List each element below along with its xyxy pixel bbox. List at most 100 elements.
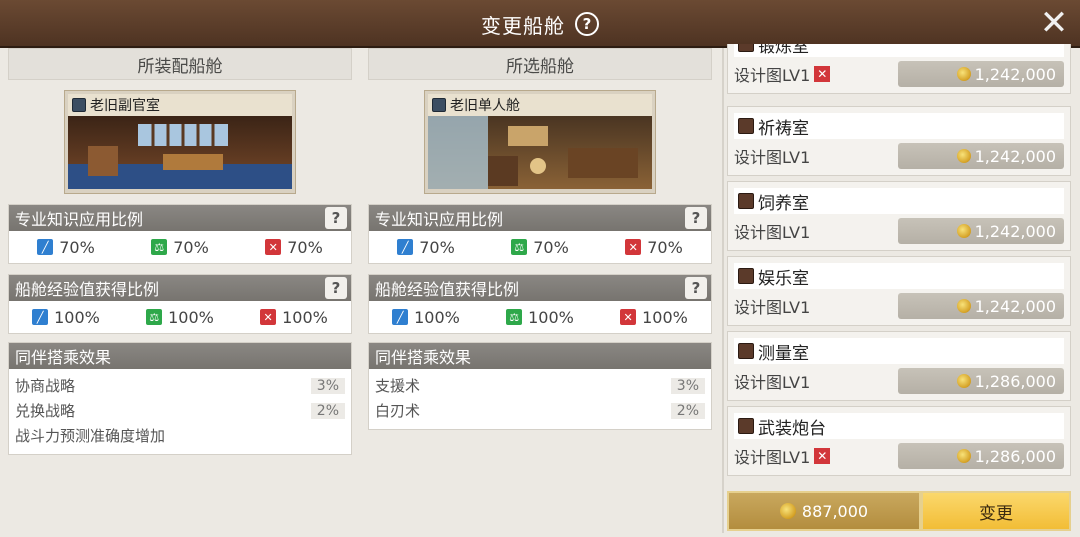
selected-knowledge-title: 专业知识应用比例 bbox=[375, 210, 504, 229]
gold-coin-icon bbox=[956, 449, 971, 463]
stat-item: ╱ 100% bbox=[32, 308, 100, 327]
selected-ship-card[interactable]: 老旧单人舱 bbox=[424, 90, 656, 194]
companion-label: 兑换战略 bbox=[15, 402, 76, 420]
blueprint-row: 设计图LV1 1,242,000 bbox=[734, 293, 1064, 319]
help-icon[interactable]: ? bbox=[685, 207, 707, 229]
equipped-exp-box: 船舱经验值获得比例 ? ╱ 100% ⚖ 100% ✕ 100% bbox=[8, 274, 352, 334]
companion-value: 3% bbox=[670, 377, 705, 394]
price: 1,242,000 bbox=[974, 221, 1056, 241]
companion-label: 白刃术 bbox=[375, 402, 421, 420]
price: 1,242,000 bbox=[974, 296, 1056, 316]
price-pill: 1,286,000 bbox=[898, 443, 1064, 469]
dialog-title: 变更船舱 bbox=[481, 13, 565, 38]
room-card[interactable]: 武装炮台 设计图LV1 ✕ 1,286,000 bbox=[727, 406, 1071, 476]
selected-exp-row: ╱ 100% ⚖ 100% ✕ 100% bbox=[369, 301, 711, 333]
cross-swords-red-icon: ✕ bbox=[625, 239, 642, 255]
blueprint-label: 设计图LV1 bbox=[734, 448, 811, 467]
dialog-title-wrap: 变更船舱 ? bbox=[0, 0, 1080, 48]
chest-icon bbox=[738, 418, 754, 434]
scale-green-icon: ⚖ bbox=[506, 309, 523, 325]
divider bbox=[722, 48, 724, 533]
help-icon[interactable]: ? bbox=[325, 277, 347, 299]
stat-value: 100% bbox=[282, 307, 328, 327]
equipped-companion-title: 同伴搭乘效果 bbox=[15, 348, 112, 367]
gold-coin-icon bbox=[956, 67, 971, 81]
room-list[interactable]: 锻炼室 设计图LV1 ✕ 1,242,000 祈祷室 设计图LV1 1,242,… bbox=[727, 44, 1071, 482]
stat-item: ✕ 100% bbox=[620, 308, 688, 327]
sword-blue-icon: ╱ bbox=[37, 239, 54, 255]
selected-ship-name-bar: 老旧单人舱 bbox=[428, 94, 652, 116]
cross-swords-red-icon: ✕ bbox=[265, 239, 282, 255]
sword-blue-icon: ╱ bbox=[397, 239, 414, 255]
chest-icon bbox=[738, 268, 754, 284]
blueprint-label: 设计图LV1 bbox=[734, 66, 811, 85]
equipped-knowledge-box: 专业知识应用比例 ? ╱ 70% ⚖ 70% ✕ 70% bbox=[8, 204, 352, 264]
help-icon[interactable]: ? bbox=[685, 277, 707, 299]
equipped-ship-name-bar: 老旧副官室 bbox=[68, 94, 292, 116]
cube-icon bbox=[432, 98, 446, 112]
price-pill: 1,242,000 bbox=[898, 218, 1064, 244]
price: 1,242,000 bbox=[974, 64, 1056, 84]
room-name: 娱乐室 bbox=[758, 268, 809, 289]
room-card[interactable]: 锻炼室 设计图LV1 ✕ 1,242,000 bbox=[727, 44, 1071, 94]
stat-value: 70% bbox=[59, 237, 95, 257]
selected-exp-box: 船舱经验值获得比例 ? ╱ 100% ⚖ 100% ✕ 100% bbox=[368, 274, 712, 334]
chest-icon bbox=[738, 118, 754, 134]
gold-coin-icon bbox=[956, 374, 971, 388]
equipped-knowledge-title: 专业知识应用比例 bbox=[15, 210, 144, 229]
companion-label: 战斗力预测准确度增加 bbox=[15, 427, 166, 445]
red-x-icon: ✕ bbox=[814, 448, 831, 464]
room-card[interactable]: 祈祷室 设计图LV1 1,242,000 bbox=[727, 106, 1071, 176]
list-item: 兑换战略 2% bbox=[15, 398, 345, 423]
price: 1,286,000 bbox=[974, 371, 1056, 391]
stat-item: ⚖ 100% bbox=[146, 308, 214, 327]
stat-value: 70% bbox=[533, 237, 569, 257]
companion-label: 支援术 bbox=[375, 377, 421, 395]
close-icon[interactable]: ✕ bbox=[1036, 6, 1072, 42]
scale-green-icon: ⚖ bbox=[151, 239, 168, 255]
room-name-bar: 锻炼室 bbox=[734, 44, 1064, 57]
equipped-ship-card[interactable]: 老旧副官室 bbox=[64, 90, 296, 194]
blueprint-row: 设计图LV1 1,242,000 bbox=[734, 218, 1064, 244]
stat-item: ✕ 70% bbox=[625, 238, 683, 257]
room-name: 测量室 bbox=[758, 343, 809, 364]
selected-header: 所选船舱 bbox=[368, 48, 712, 80]
cabin-illustration bbox=[68, 116, 292, 189]
room-name: 武装炮台 bbox=[758, 418, 826, 439]
room-card[interactable]: 饲养室 设计图LV1 1,242,000 bbox=[727, 181, 1071, 251]
list-item: 协商战略 3% bbox=[15, 373, 345, 398]
cross-swords-red-icon: ✕ bbox=[260, 309, 277, 325]
room-card[interactable]: 测量室 设计图LV1 1,286,000 bbox=[727, 331, 1071, 401]
stat-value: 70% bbox=[173, 237, 209, 257]
sword-blue-icon: ╱ bbox=[392, 309, 409, 325]
equipped-header: 所装配船舱 bbox=[8, 48, 352, 80]
selected-ship-image bbox=[428, 116, 652, 190]
selected-knowledge-head: 专业知识应用比例 ? bbox=[369, 205, 711, 231]
price: 1,286,000 bbox=[974, 446, 1056, 466]
list-item: 战斗力预测准确度增加 bbox=[15, 423, 345, 448]
question-circle-icon[interactable]: ? bbox=[575, 12, 599, 36]
room-card[interactable]: 娱乐室 设计图LV1 1,242,000 bbox=[727, 256, 1071, 326]
blueprint-row: 设计图LV1 ✕ 1,242,000 bbox=[734, 61, 1064, 87]
list-item: 支援术 3% bbox=[375, 373, 705, 398]
footer-bar: 887,000 变更 bbox=[727, 491, 1071, 531]
equipped-ship-name: 老旧副官室 bbox=[90, 98, 160, 114]
selected-companion-list: 支援术 3% 白刃术 2% bbox=[369, 369, 711, 429]
cross-swords-red-icon: ✕ bbox=[620, 309, 637, 325]
room-name: 锻炼室 bbox=[758, 44, 809, 57]
room-name: 饲养室 bbox=[758, 193, 809, 214]
stat-item: ⚖ 70% bbox=[151, 238, 209, 257]
equipped-knowledge-head: 专业知识应用比例 ? bbox=[9, 205, 351, 231]
blueprint-row: 设计图LV1 1,286,000 bbox=[734, 368, 1064, 394]
gold-coin-icon bbox=[779, 503, 796, 519]
price-pill: 1,242,000 bbox=[898, 61, 1064, 87]
selected-column: 所选船舱 老旧单人舱 专业知识应用比例 ? ╱ 70% ⚖ 70% ✕ 70% … bbox=[368, 48, 712, 430]
change-button[interactable]: 变更 bbox=[921, 491, 1071, 531]
price-pill: 1,242,000 bbox=[898, 293, 1064, 319]
list-item: 白刃术 2% bbox=[375, 398, 705, 423]
gold-coin-icon bbox=[956, 149, 971, 163]
gold-coin-icon bbox=[956, 224, 971, 238]
blueprint-label: 设计图LV1 bbox=[734, 148, 811, 167]
help-icon[interactable]: ? bbox=[325, 207, 347, 229]
blueprint-label: 设计图LV1 bbox=[734, 373, 811, 392]
